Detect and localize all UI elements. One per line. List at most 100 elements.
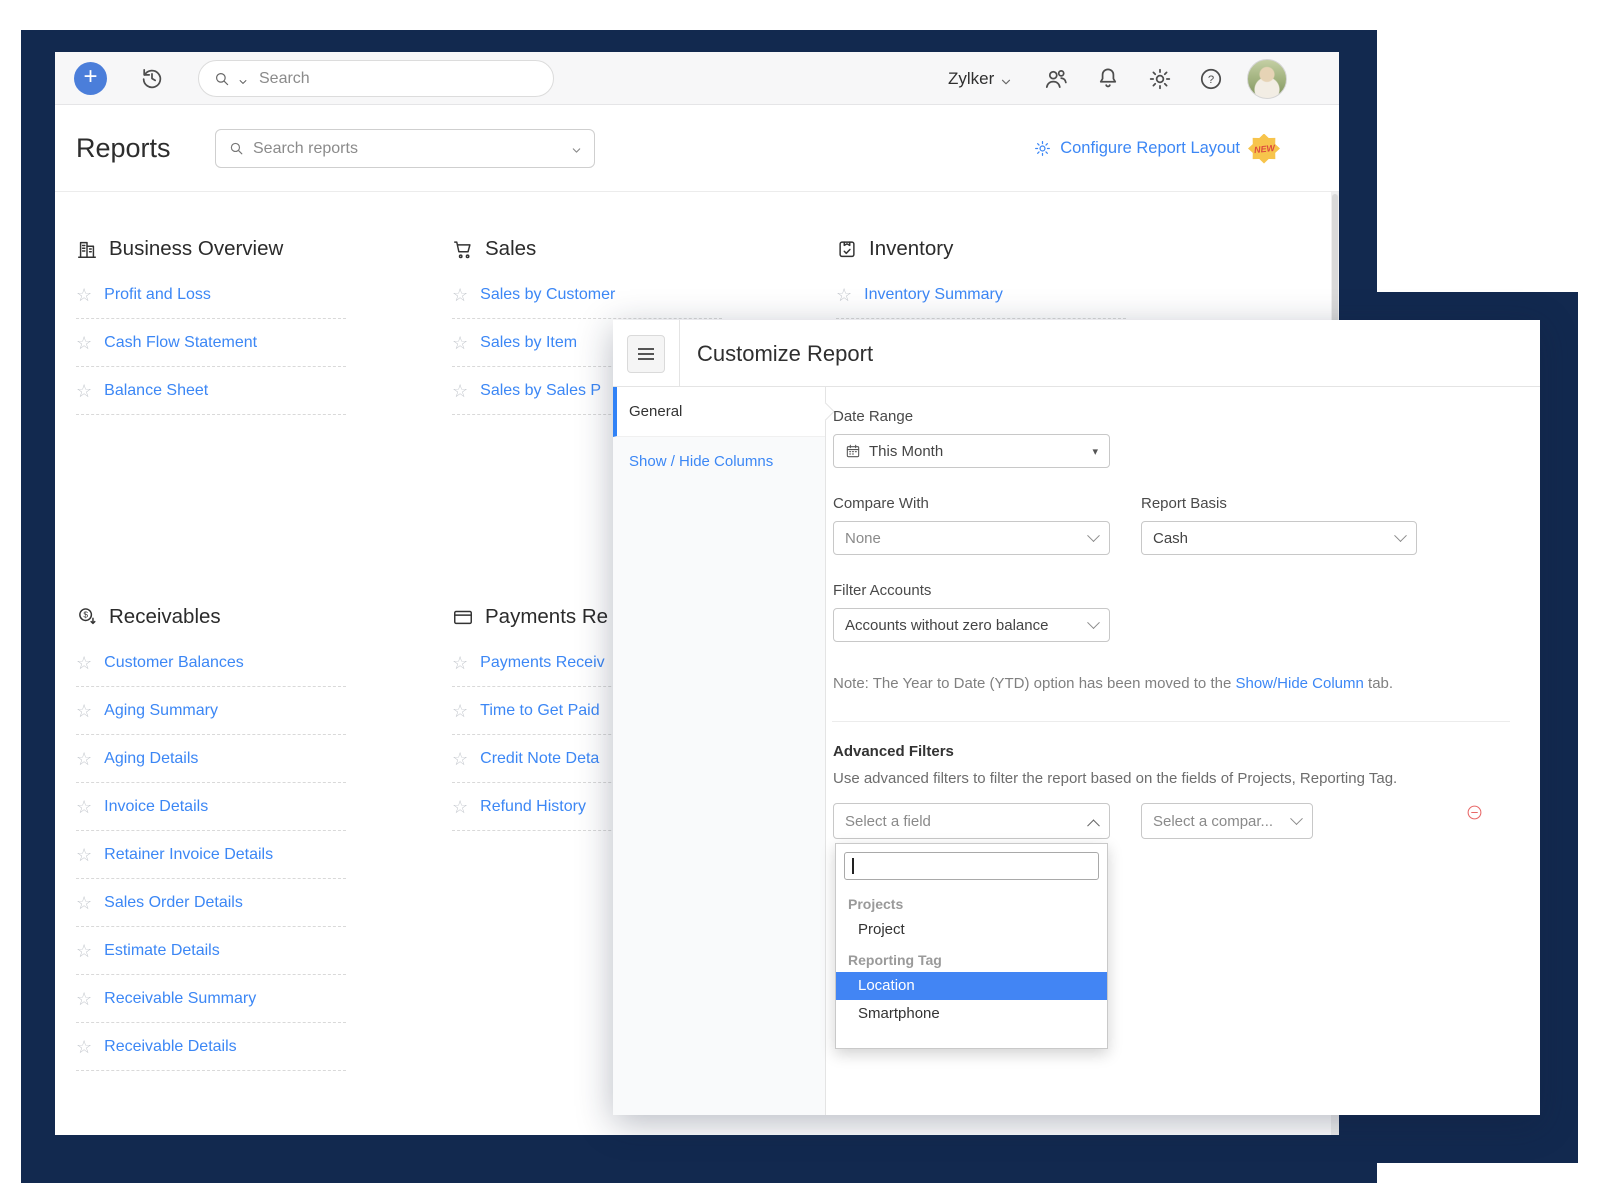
tab-general[interactable]: General [613, 387, 825, 437]
svg-text:?: ? [1208, 74, 1214, 86]
report-link[interactable]: Retainer Invoice Details [104, 846, 273, 864]
quick-create-button[interactable]: + [74, 62, 107, 95]
users-icon[interactable] [1043, 66, 1069, 92]
report-basis-value: Cash [1153, 530, 1188, 547]
notifications-bell-icon[interactable] [1095, 65, 1121, 91]
report-link[interactable]: Sales by Sales P [480, 382, 601, 400]
report-link[interactable]: Aging Summary [104, 702, 218, 720]
favorite-star-icon[interactable]: ☆ [76, 894, 92, 912]
report-item: ☆ Estimate Details [76, 927, 346, 975]
select-comparator-dropdown[interactable]: Select a compar... [1141, 803, 1313, 839]
select-field-dropdown[interactable]: Select a field [833, 803, 1110, 839]
building-icon [76, 238, 98, 260]
remove-filter-icon[interactable] [1466, 804, 1483, 821]
favorite-star-icon[interactable]: ☆ [76, 286, 92, 304]
dropdown-option-selected[interactable]: Location [836, 972, 1107, 1000]
section-title: Inventory [869, 237, 953, 261]
report-link[interactable]: Invoice Details [104, 798, 208, 816]
report-link[interactable]: Receivable Details [104, 1038, 237, 1056]
history-icon[interactable] [139, 65, 165, 91]
report-link[interactable]: Aging Details [104, 750, 198, 768]
report-link[interactable]: Sales by Customer [480, 286, 615, 304]
favorite-star-icon[interactable]: ☆ [76, 798, 92, 816]
advanced-filters-description: Use advanced filters to filter the repor… [833, 770, 1533, 787]
report-link[interactable]: Estimate Details [104, 942, 220, 960]
report-link[interactable]: Receivable Summary [104, 990, 256, 1008]
favorite-star-icon[interactable]: ☆ [76, 750, 92, 768]
favorite-star-icon[interactable]: ☆ [452, 334, 468, 352]
filter-accounts-select[interactable]: Accounts without zero balance [833, 608, 1110, 642]
organization-switcher[interactable]: Zylker [948, 52, 1012, 105]
ytd-note: Note: The Year to Date (YTD) option has … [833, 675, 1533, 692]
text-cursor [852, 858, 854, 874]
favorite-star-icon[interactable]: ☆ [836, 286, 852, 304]
favorite-star-icon[interactable]: ☆ [452, 798, 468, 816]
report-link[interactable]: Sales by Item [480, 334, 577, 352]
modal-header: Customize Report [613, 320, 1540, 387]
filter-accounts-label: Filter Accounts [833, 582, 931, 599]
date-range-select[interactable]: This Month ▾ [833, 434, 1110, 468]
user-avatar[interactable] [1247, 59, 1287, 99]
favorite-star-icon[interactable]: ☆ [452, 654, 468, 672]
section-receivables: $Receivables ☆Customer Balances☆Aging Su… [76, 603, 346, 1071]
hamburger-menu-icon[interactable] [627, 335, 665, 373]
report-link[interactable]: Sales Order Details [104, 894, 243, 912]
favorite-star-icon[interactable]: ☆ [76, 334, 92, 352]
favorite-star-icon[interactable]: ☆ [452, 286, 468, 304]
favorite-star-icon[interactable]: ☆ [76, 990, 92, 1008]
reports-page-header: Reports Search reports Configure Report … [55, 105, 1339, 192]
favorite-star-icon[interactable]: ☆ [76, 382, 92, 400]
report-item: ☆ Aging Details [76, 735, 346, 783]
favorite-star-icon[interactable]: ☆ [76, 942, 92, 960]
configure-report-layout-link[interactable]: Configure Report Layout NEW [1033, 105, 1280, 192]
dropdown-option[interactable]: Project [836, 916, 1107, 944]
section-title: Business Overview [109, 237, 283, 261]
global-search-placeholder: Search [259, 70, 310, 88]
report-link[interactable]: Payments Receiv [480, 654, 605, 672]
field-search-input[interactable] [844, 852, 1099, 880]
compare-with-select[interactable]: None [833, 521, 1110, 555]
active-tab-notch [816, 402, 834, 420]
report-link[interactable]: Cash Flow Statement [104, 334, 257, 352]
search-icon [213, 70, 231, 88]
organization-name: Zylker [948, 69, 994, 89]
report-item: ☆ Receivable Summary [76, 975, 346, 1023]
favorite-star-icon[interactable]: ☆ [452, 702, 468, 720]
search-reports-combobox[interactable]: Search reports [215, 129, 595, 168]
compare-with-value: None [845, 530, 881, 547]
chevron-down-icon[interactable] [571, 143, 582, 154]
top-bar: + Search Zylker ? [55, 52, 1339, 105]
report-link[interactable]: Credit Note Deta [480, 750, 599, 768]
report-link[interactable]: Time to Get Paid [480, 702, 599, 720]
report-item: ☆ Balance Sheet [76, 367, 346, 415]
favorite-star-icon[interactable]: ☆ [76, 846, 92, 864]
show-hide-column-link[interactable]: Show/Hide Column [1235, 675, 1363, 692]
dropdown-option[interactable]: Smartphone [836, 1000, 1107, 1028]
report-link[interactable]: Refund History [480, 798, 586, 816]
favorite-star-icon[interactable]: ☆ [452, 382, 468, 400]
field-option-list: ProjectsProjectReporting TagLocationSmar… [836, 888, 1107, 1048]
report-link[interactable]: Customer Balances [104, 654, 244, 672]
package-icon [836, 238, 858, 260]
report-link[interactable]: Inventory Summary [864, 286, 1003, 304]
settings-gear-icon[interactable] [1147, 66, 1173, 92]
global-search-input[interactable]: Search [198, 60, 554, 97]
section-business-overview: Business Overview ☆ Profit and Loss ☆ Cash … [76, 235, 346, 415]
favorite-star-icon[interactable]: ☆ [76, 1038, 92, 1056]
report-link[interactable]: Profit and Loss [104, 286, 211, 304]
svg-text:$: $ [83, 611, 88, 620]
chevron-down-icon [1087, 616, 1100, 629]
report-item: ☆ Retainer Invoice Details [76, 831, 346, 879]
help-icon[interactable]: ? [1198, 66, 1224, 92]
tab-show-hide-columns[interactable]: Show / Hide Columns [613, 437, 825, 487]
report-link[interactable]: Balance Sheet [104, 382, 208, 400]
report-item: ☆ Cash Flow Statement [76, 319, 346, 367]
report-item: ☆ Receivable Details [76, 1023, 346, 1071]
date-range-label: Date Range [833, 408, 913, 425]
report-basis-select[interactable]: Cash [1141, 521, 1417, 555]
search-scope-caret-icon[interactable] [238, 74, 248, 84]
favorite-star-icon[interactable]: ☆ [452, 750, 468, 768]
favorite-star-icon[interactable]: ☆ [76, 654, 92, 672]
dropdown-arrow-icon: ▾ [1092, 445, 1098, 458]
favorite-star-icon[interactable]: ☆ [76, 702, 92, 720]
